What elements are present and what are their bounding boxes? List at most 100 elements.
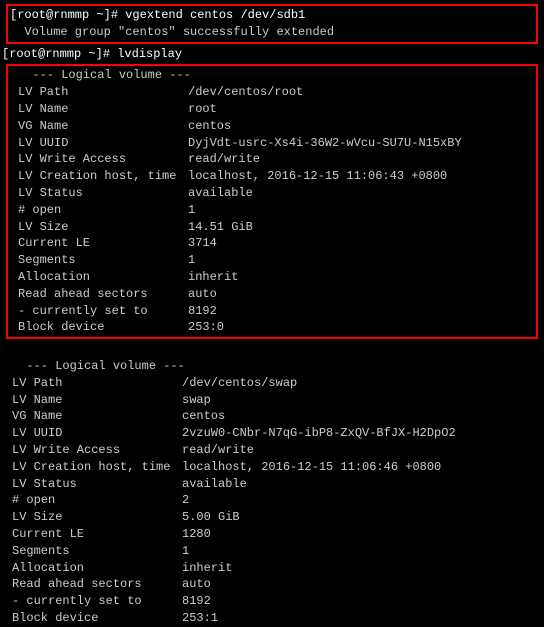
allocation-label: Allocation: [18, 269, 188, 286]
open-label: # open: [12, 492, 182, 509]
shell-prompt: [root@rnmmp ~]#: [2, 47, 117, 61]
segments-label: Segments: [18, 252, 188, 269]
read-ahead-row: Read ahead sectorsauto: [12, 576, 542, 593]
lv-path-label: LV Path: [18, 84, 188, 101]
lv-write-value: read/write: [188, 151, 534, 168]
lv-status-row: LV Statusavailable: [12, 476, 542, 493]
lv-write-row: LV Write Accessread/write: [18, 151, 534, 168]
currently-set-label: - currently set to: [18, 303, 188, 320]
read-ahead-row: Read ahead sectorsauto: [18, 286, 534, 303]
current-le-label: Current LE: [12, 526, 182, 543]
lv-uuid-row: LV UUIDDyjVdt-usrc-Xs4i-36W2-wVcu-SU7U-N…: [18, 135, 534, 152]
lv-uuid-value: DyjVdt-usrc-Xs4i-36W2-wVcu-SU7U-N15xBY: [188, 135, 534, 152]
current-le-value: 3714: [188, 235, 534, 252]
lv-path-row: LV Path/dev/centos/swap: [12, 375, 542, 392]
lv-name-value: root: [188, 101, 534, 118]
segments-row: Segments1: [18, 252, 534, 269]
lv-header: --- Logical volume ---: [12, 358, 542, 375]
lv-size-label: LV Size: [18, 219, 188, 236]
shell-prompt: [root@rnmmp ~]#: [10, 8, 125, 22]
lv-path-value: /dev/centos/swap: [182, 375, 542, 392]
lv-uuid-label: LV UUID: [12, 425, 182, 442]
command-text: lvdisplay: [117, 47, 182, 61]
lv-status-value: available: [188, 185, 534, 202]
open-row: # open2: [12, 492, 542, 509]
segments-value: 1: [182, 543, 542, 560]
lv-creation-label: LV Creation host, time: [12, 459, 182, 476]
blank-line: [2, 341, 542, 358]
read-ahead-value: auto: [182, 576, 542, 593]
current-le-row: Current LE1280: [12, 526, 542, 543]
lv-write-row: LV Write Accessread/write: [12, 442, 542, 459]
lv-header: --- Logical volume ---: [18, 67, 534, 84]
highlight-box-volume1: --- Logical volume --- LV Path/dev/cento…: [6, 64, 538, 339]
lv-write-value: read/write: [182, 442, 542, 459]
vg-name-row: VG Namecentos: [12, 408, 542, 425]
command-text: vgextend centos /dev/sdb1: [125, 8, 305, 22]
block-device-label: Block device: [12, 610, 182, 627]
currently-set-value: 8192: [188, 303, 534, 320]
read-ahead-value: auto: [188, 286, 534, 303]
vg-name-row: VG Namecentos: [18, 118, 534, 135]
currently-set-value: 8192: [182, 593, 542, 610]
lv-size-value: 14.51 GiB: [188, 219, 534, 236]
lv-name-value: swap: [182, 392, 542, 409]
lv-name-label: LV Name: [12, 392, 182, 409]
currently-set-label: - currently set to: [12, 593, 182, 610]
vg-name-label: VG Name: [18, 118, 188, 135]
lv-size-row: LV Size14.51 GiB: [18, 219, 534, 236]
segments-value: 1: [188, 252, 534, 269]
lv-name-label: LV Name: [18, 101, 188, 118]
current-le-row: Current LE3714: [18, 235, 534, 252]
lv-status-label: LV Status: [12, 476, 182, 493]
lv-creation-value: localhost, 2016-12-15 11:06:43 +0800: [188, 168, 534, 185]
open-row: # open1: [18, 202, 534, 219]
segments-row: Segments1: [12, 543, 542, 560]
lv-status-row: LV Statusavailable: [18, 185, 534, 202]
lv-size-row: LV Size5.00 GiB: [12, 509, 542, 526]
block-device-label: Block device: [18, 319, 188, 336]
vg-name-value: centos: [188, 118, 534, 135]
lv-path-row: LV Path/dev/centos/root: [18, 84, 534, 101]
open-value: 1: [188, 202, 534, 219]
lv-uuid-value: 2vzuW0-CNbr-N7qG-ibP8-ZxQV-BfJX-H2DpO2: [182, 425, 542, 442]
open-value: 2: [182, 492, 542, 509]
lv-path-label: LV Path: [12, 375, 182, 392]
segments-label: Segments: [12, 543, 182, 560]
allocation-label: Allocation: [12, 560, 182, 577]
highlight-box-command: [root@rnmmp ~]# vgextend centos /dev/sdb…: [6, 4, 538, 44]
open-label: # open: [18, 202, 188, 219]
lv-status-label: LV Status: [18, 185, 188, 202]
block-device-value: 253:0: [188, 319, 534, 336]
lv-size-value: 5.00 GiB: [182, 509, 542, 526]
volume2-section: --- Logical volume --- LV Path/dev/cento…: [2, 358, 542, 627]
lv-creation-row: LV Creation host, timelocalhost, 2016-12…: [18, 168, 534, 185]
command-line-2[interactable]: [root@rnmmp ~]# lvdisplay: [2, 46, 542, 63]
vg-name-label: VG Name: [12, 408, 182, 425]
lv-path-value: /dev/centos/root: [188, 84, 534, 101]
block-device-row: Block device253:0: [18, 319, 534, 336]
lv-status-value: available: [182, 476, 542, 493]
lv-uuid-row: LV UUID2vzuW0-CNbr-N7qG-ibP8-ZxQV-BfJX-H…: [12, 425, 542, 442]
current-le-value: 1280: [182, 526, 542, 543]
block-device-value: 253:1: [182, 610, 542, 627]
lv-write-label: LV Write Access: [12, 442, 182, 459]
vg-name-value: centos: [182, 408, 542, 425]
allocation-row: Allocationinherit: [12, 560, 542, 577]
currently-set-row: - currently set to8192: [12, 593, 542, 610]
allocation-value: inherit: [182, 560, 542, 577]
read-ahead-label: Read ahead sectors: [12, 576, 182, 593]
command-output: Volume group "centos" successfully exten…: [10, 24, 534, 41]
lv-creation-row: LV Creation host, timelocalhost, 2016-12…: [12, 459, 542, 476]
allocation-row: Allocationinherit: [18, 269, 534, 286]
command-line-1[interactable]: [root@rnmmp ~]# vgextend centos /dev/sdb…: [10, 7, 534, 24]
lv-size-label: LV Size: [12, 509, 182, 526]
allocation-value: inherit: [188, 269, 534, 286]
lv-name-row: LV Nameswap: [12, 392, 542, 409]
lv-creation-label: LV Creation host, time: [18, 168, 188, 185]
read-ahead-label: Read ahead sectors: [18, 286, 188, 303]
currently-set-row: - currently set to8192: [18, 303, 534, 320]
block-device-row: Block device253:1: [12, 610, 542, 627]
lv-creation-value: localhost, 2016-12-15 11:06:46 +0800: [182, 459, 542, 476]
lv-name-row: LV Nameroot: [18, 101, 534, 118]
